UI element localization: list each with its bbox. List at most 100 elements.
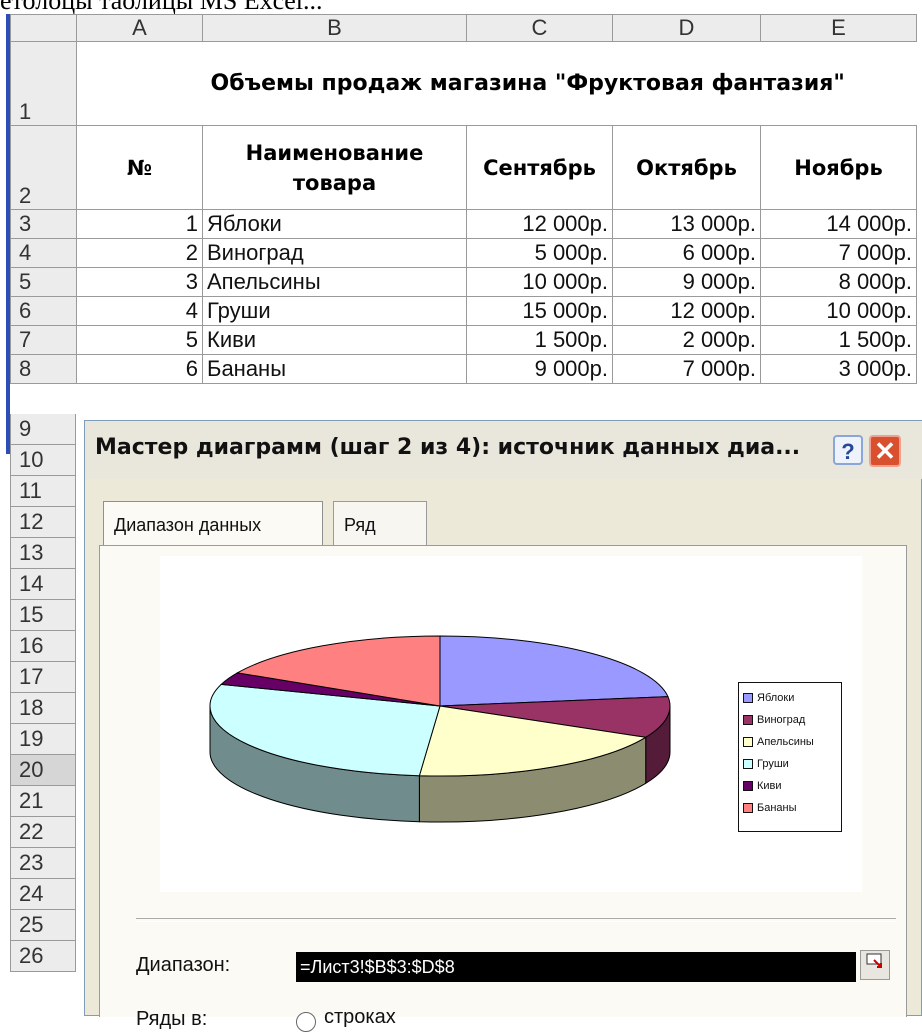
data-cell[interactable]: 10 000р. (760, 296, 917, 326)
data-cell[interactable]: 8 000р. (760, 267, 917, 297)
data-cell[interactable]: 1 (76, 209, 203, 239)
sheet-title[interactable]: Объемы продаж магазина "Фруктовая фантаз… (203, 42, 917, 126)
tab-data-range[interactable]: Диапазон данных (103, 501, 323, 545)
range-label: Диапазон: (136, 954, 231, 976)
row-header-10[interactable]: 10 (10, 445, 76, 476)
legend-item: Яблоки (743, 687, 837, 709)
header-num[interactable]: № (76, 125, 203, 210)
data-cell[interactable]: Апельсины (202, 267, 467, 297)
column-header-a[interactable]: A (76, 14, 203, 42)
data-cell[interactable]: Яблоки (202, 209, 467, 239)
data-cell[interactable]: 9 000р. (466, 354, 613, 384)
row-header-9[interactable]: 9 (10, 414, 76, 445)
data-cell[interactable]: Виноград (202, 238, 467, 268)
data-cell[interactable]: 10 000р. (466, 267, 613, 297)
spreadsheet-grid: A B C D E 1 Объемы продаж магазина "Фрук… (10, 14, 917, 384)
row-header-13[interactable]: 13 (10, 538, 76, 569)
data-cell[interactable]: 7 000р. (760, 238, 917, 268)
row-header-20[interactable]: 20 (10, 755, 76, 786)
row-header-2[interactable]: 2 (10, 125, 77, 210)
row-header-1[interactable]: 1 (10, 41, 77, 126)
separator (136, 918, 896, 922)
header-november[interactable]: Ноябрь (760, 125, 917, 210)
data-cell[interactable]: 2 (76, 238, 203, 268)
data-cell[interactable]: 1 500р. (760, 325, 917, 355)
legend-item: Бананы (743, 797, 837, 819)
legend-swatch (743, 715, 753, 726)
row-header-3[interactable]: 3 (10, 209, 77, 239)
row-header-6[interactable]: 6 (10, 296, 77, 326)
row-header-12[interactable]: 12 (10, 507, 76, 538)
cell-a1[interactable] (76, 41, 203, 126)
legend-item: Груши (743, 753, 837, 775)
row-headers-lower: 9 10 11 12 13 14 15 16 17 18 19 20 21 22… (10, 414, 76, 972)
data-cell[interactable]: 13 000р. (612, 209, 761, 239)
legend-label: Груши (757, 758, 789, 770)
data-cell[interactable]: 6 (76, 354, 203, 384)
row-header-21[interactable]: 21 (10, 786, 76, 817)
row-header-18[interactable]: 18 (10, 693, 76, 724)
row-header-7[interactable]: 7 (10, 325, 77, 355)
data-cell[interactable]: Груши (202, 296, 467, 326)
legend-label: Бананы (757, 802, 797, 814)
data-cell[interactable]: 15 000р. (466, 296, 613, 326)
row-header-16[interactable]: 16 (10, 631, 76, 662)
data-cell[interactable]: 4 (76, 296, 203, 326)
header-september[interactable]: Сентябрь (466, 125, 613, 210)
column-header-d[interactable]: D (612, 14, 761, 42)
header-name[interactable]: Наименование товара (202, 125, 467, 210)
row-header-24[interactable]: 24 (10, 879, 76, 910)
data-cell[interactable]: 3 000р. (760, 354, 917, 384)
data-cell[interactable]: 5 (76, 325, 203, 355)
column-header-e[interactable]: E (760, 14, 917, 42)
dialog-title-bar[interactable]: Мастер диаграмм (шаг 2 из 4): источник д… (85, 421, 922, 479)
row-header-22[interactable]: 22 (10, 817, 76, 848)
header-october[interactable]: Октябрь (612, 125, 761, 210)
legend-item: Апельсины (743, 731, 837, 753)
tab-series[interactable]: Ряд (333, 501, 427, 545)
column-header-c[interactable]: C (466, 14, 613, 42)
legend-item: Виноград (743, 709, 837, 731)
row-header-14[interactable]: 14 (10, 569, 76, 600)
close-button[interactable]: ✕ (869, 435, 901, 467)
data-cell[interactable]: 9 000р. (612, 267, 761, 297)
legend-label: Яблоки (757, 692, 795, 704)
series-rows-radio[interactable] (296, 1012, 316, 1032)
legend-label: Киви (757, 780, 782, 792)
row-header-25[interactable]: 25 (10, 910, 76, 941)
series-in-label: Ряды в: (136, 1008, 208, 1030)
data-cell[interactable]: 1 500р. (466, 325, 613, 355)
data-cell[interactable]: Бананы (202, 354, 467, 384)
data-cell[interactable]: 12 000р. (466, 209, 613, 239)
select-all-corner[interactable] (10, 14, 77, 42)
data-cell[interactable]: 3 (76, 267, 203, 297)
data-cell[interactable]: Киви (202, 325, 467, 355)
legend-label: Апельсины (757, 736, 814, 748)
row-header-17[interactable]: 17 (10, 662, 76, 693)
data-cell[interactable]: 14 000р. (760, 209, 917, 239)
data-cell[interactable]: 12 000р. (612, 296, 761, 326)
legend-swatch (743, 803, 753, 814)
help-button[interactable]: ? (833, 435, 863, 465)
series-rows-label[interactable]: строках (324, 1006, 396, 1029)
column-header-b[interactable]: B (202, 14, 467, 42)
row-header-15[interactable]: 15 (10, 600, 76, 631)
range-input[interactable]: =Лист3!$B$3:$D$8 (296, 952, 856, 982)
chart-legend: Яблоки Виноград Апельсины Груши Киви Бан… (738, 682, 842, 832)
legend-swatch (743, 781, 753, 792)
collapse-dialog-button[interactable] (860, 950, 890, 980)
pie-slice (439, 635, 669, 707)
row-header-11[interactable]: 11 (10, 476, 76, 507)
row-header-4[interactable]: 4 (10, 238, 77, 268)
data-cell[interactable]: 2 000р. (612, 325, 761, 355)
data-cell[interactable]: 7 000р. (612, 354, 761, 384)
tab-panel: Яблоки Виноград Апельсины Груши Киви Бан… (99, 545, 907, 1032)
row-header-8[interactable]: 8 (10, 354, 77, 384)
row-header-26[interactable]: 26 (10, 941, 76, 972)
row-header-5[interactable]: 5 (10, 267, 77, 297)
data-cell[interactable]: 6 000р. (612, 238, 761, 268)
row-header-23[interactable]: 23 (10, 848, 76, 879)
row-header-19[interactable]: 19 (10, 724, 76, 755)
data-cell[interactable]: 5 000р. (466, 238, 613, 268)
collapse-icon (866, 953, 882, 968)
